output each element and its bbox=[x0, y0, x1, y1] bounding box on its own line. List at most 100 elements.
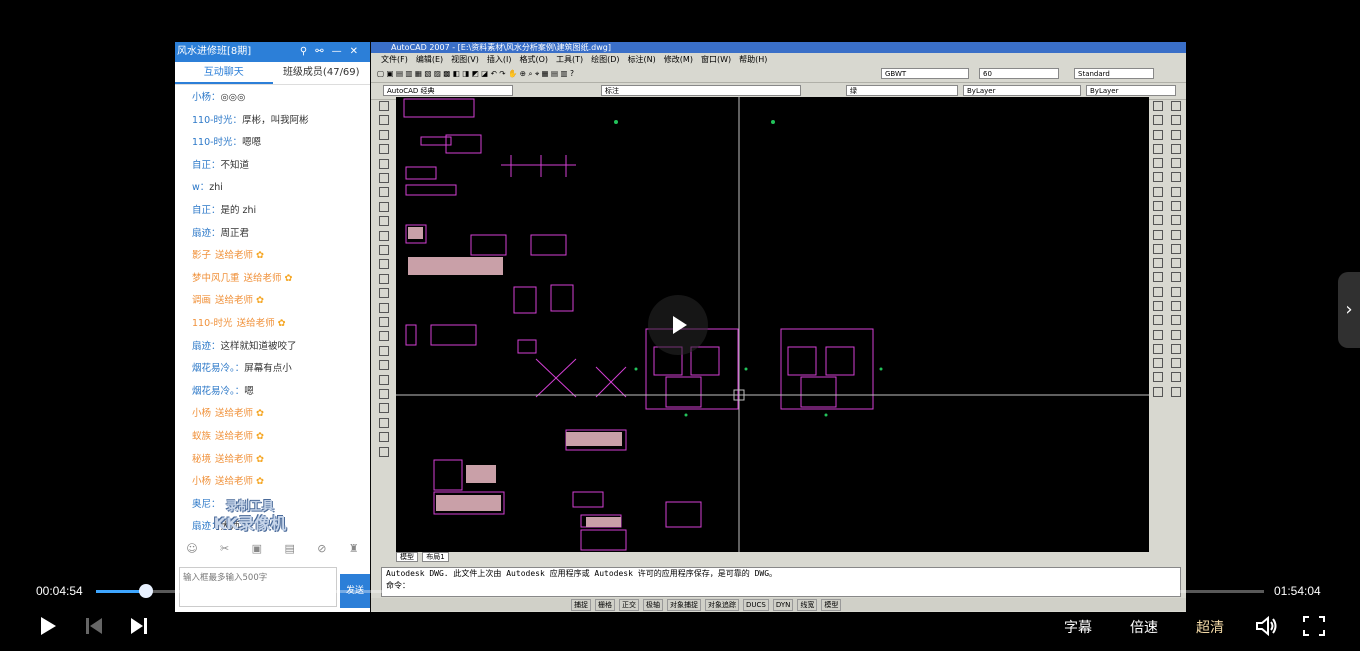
tab-chat[interactable]: 互动聊天 bbox=[175, 62, 273, 84]
cad-menu-item[interactable]: 绘图(D) bbox=[591, 53, 619, 66]
cad-tool-icon[interactable] bbox=[1171, 243, 1181, 254]
subtitle-button[interactable]: 字幕 bbox=[1064, 617, 1092, 637]
cad-tool-icon[interactable] bbox=[1153, 243, 1163, 254]
cad-tool-icon[interactable] bbox=[1171, 286, 1181, 297]
cad-tool-icon[interactable] bbox=[379, 201, 389, 212]
cad-tool-icon[interactable] bbox=[379, 316, 389, 327]
dim-style-select[interactable]: Standard bbox=[1074, 68, 1154, 79]
cad-tool-icon[interactable] bbox=[1153, 143, 1163, 154]
cad-menu-item[interactable]: 格式(O) bbox=[519, 53, 548, 66]
cad-tool-icon[interactable] bbox=[1171, 358, 1181, 369]
cad-tool-icon[interactable] bbox=[1153, 115, 1163, 126]
gift-icon[interactable]: ♜ bbox=[349, 542, 359, 558]
cad-tool-icon[interactable] bbox=[1153, 215, 1163, 226]
cad-menu-item[interactable]: 工具(T) bbox=[556, 53, 583, 66]
cad-tool-icon[interactable] bbox=[379, 446, 389, 457]
play-icon[interactable] bbox=[36, 615, 60, 637]
drawing-canvas[interactable] bbox=[396, 97, 1149, 552]
cad-tool-icon[interactable] bbox=[1171, 229, 1181, 240]
cad-tool-icon[interactable] bbox=[1153, 101, 1163, 111]
cad-tool-icon[interactable] bbox=[1153, 172, 1163, 183]
cad-tool-icon[interactable] bbox=[1153, 386, 1163, 397]
cad-tool-icon[interactable] bbox=[1171, 143, 1181, 154]
cad-tool-icon[interactable] bbox=[1153, 358, 1163, 369]
cad-menu-item[interactable]: 文件(F) bbox=[381, 53, 408, 66]
cad-tool-icon[interactable] bbox=[379, 302, 389, 313]
cad-tool-icon[interactable] bbox=[1153, 343, 1163, 354]
cad-tool-icon[interactable] bbox=[379, 216, 389, 227]
cad-tool-icon[interactable] bbox=[379, 403, 389, 414]
cad-menu-item[interactable]: 插入(I) bbox=[487, 53, 512, 66]
cad-tool-icon[interactable] bbox=[379, 374, 389, 385]
progress-thumb[interactable] bbox=[139, 584, 154, 598]
cad-tool-icon[interactable] bbox=[379, 345, 389, 356]
center-play-button[interactable] bbox=[648, 295, 708, 355]
layer-select[interactable]: 标注 bbox=[601, 85, 801, 96]
cad-tool-icon[interactable] bbox=[1171, 129, 1181, 140]
next-icon[interactable] bbox=[128, 615, 152, 637]
cad-tool-icon[interactable] bbox=[379, 144, 389, 155]
cad-tool-icon[interactable] bbox=[1153, 329, 1163, 340]
cad-tool-icon[interactable] bbox=[379, 288, 389, 299]
fullscreen-icon[interactable] bbox=[1302, 615, 1326, 637]
cad-tool-icon[interactable] bbox=[1171, 372, 1181, 383]
chevron-right-icon[interactable]: › bbox=[1338, 272, 1360, 348]
workspace-select[interactable]: AutoCAD 经典 bbox=[383, 85, 513, 96]
cad-menu-item[interactable]: 视图(V) bbox=[451, 53, 479, 66]
cad-tool-icon[interactable] bbox=[1171, 115, 1181, 126]
cad-tool-icon[interactable] bbox=[379, 172, 389, 183]
cad-tool-icon[interactable] bbox=[379, 259, 389, 270]
cad-tool-icon[interactable] bbox=[1171, 158, 1181, 169]
tab-model[interactable]: 模型 bbox=[396, 552, 418, 562]
cad-menu-item[interactable]: 窗口(W) bbox=[701, 53, 731, 66]
quality-button[interactable]: 超清 bbox=[1196, 617, 1224, 637]
cad-menu-item[interactable]: 帮助(H) bbox=[739, 53, 767, 66]
text-height-select[interactable]: 60 bbox=[979, 68, 1059, 79]
cad-menu-item[interactable]: 修改(M) bbox=[664, 53, 693, 66]
cad-tool-icon[interactable] bbox=[1171, 258, 1181, 269]
cad-tool-icon[interactable] bbox=[1153, 286, 1163, 297]
tab-members[interactable]: 班级成员(47/69) bbox=[273, 62, 371, 84]
cad-tool-icon[interactable] bbox=[379, 129, 389, 140]
text-style-select[interactable]: GBWT bbox=[881, 68, 969, 79]
cad-tool-icon[interactable] bbox=[379, 187, 389, 198]
cad-tool-icon[interactable] bbox=[1153, 200, 1163, 211]
image-icon[interactable]: ▣ bbox=[252, 542, 262, 558]
cad-tool-icon[interactable] bbox=[1171, 343, 1181, 354]
cad-tool-icon[interactable] bbox=[1171, 315, 1181, 326]
block-icon[interactable]: ⊘ bbox=[317, 542, 326, 558]
cad-tool-icon[interactable] bbox=[1153, 315, 1163, 326]
cad-tool-icon[interactable] bbox=[1153, 372, 1163, 383]
cad-tool-icon[interactable] bbox=[379, 115, 389, 126]
cad-tool-icon[interactable] bbox=[1171, 386, 1181, 397]
cad-tool-icon[interactable] bbox=[379, 388, 389, 399]
cad-tool-icon[interactable] bbox=[1153, 129, 1163, 140]
cad-tool-icon[interactable] bbox=[379, 158, 389, 169]
cad-tool-icon[interactable] bbox=[1153, 186, 1163, 197]
cad-tool-icon[interactable] bbox=[1171, 300, 1181, 311]
progress-bar[interactable] bbox=[96, 584, 1264, 598]
cad-tool-icon[interactable] bbox=[379, 417, 389, 428]
cad-tool-icon[interactable] bbox=[1171, 272, 1181, 283]
cad-tool-icon[interactable] bbox=[1171, 215, 1181, 226]
color-select[interactable]: 绿 bbox=[846, 85, 958, 96]
tab-layout1[interactable]: 布局1 bbox=[422, 552, 449, 562]
cad-tool-icon[interactable] bbox=[1153, 272, 1163, 283]
scissors-icon[interactable]: ✂ bbox=[220, 542, 229, 558]
cad-menu-item[interactable]: 编辑(E) bbox=[416, 53, 443, 66]
cad-tool-icon[interactable] bbox=[379, 360, 389, 371]
file-icon[interactable]: ▤ bbox=[284, 542, 294, 558]
cad-menu-item[interactable]: 标注(N) bbox=[628, 53, 656, 66]
cad-tool-icon[interactable] bbox=[1171, 200, 1181, 211]
emoji-icon[interactable]: ☺ bbox=[186, 542, 197, 558]
cad-tool-icon[interactable] bbox=[1153, 158, 1163, 169]
cad-tool-icon[interactable] bbox=[379, 230, 389, 241]
cad-tool-icon[interactable] bbox=[1153, 258, 1163, 269]
cad-tool-icon[interactable] bbox=[379, 331, 389, 342]
cad-tool-icon[interactable] bbox=[1171, 101, 1181, 111]
cad-tool-icon[interactable] bbox=[379, 244, 389, 255]
previous-icon[interactable] bbox=[82, 615, 106, 637]
cad-tool-icon[interactable] bbox=[379, 101, 389, 111]
lineweight-select[interactable]: ByLayer bbox=[1086, 85, 1176, 96]
cad-tool-icon[interactable] bbox=[1153, 229, 1163, 240]
